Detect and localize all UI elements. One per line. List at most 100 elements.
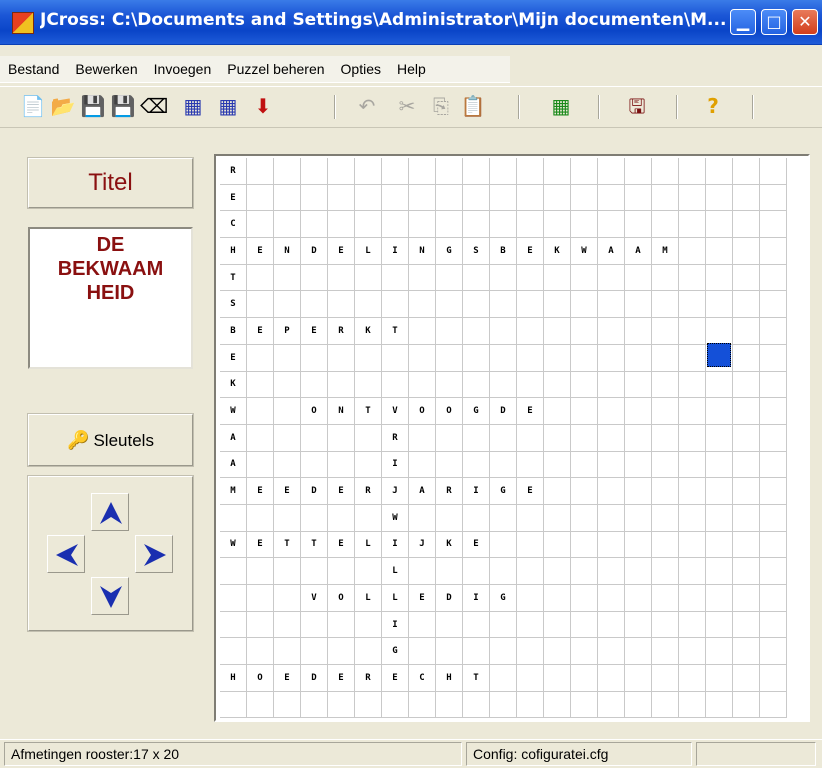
- grid-cell[interactable]: [544, 665, 571, 692]
- grid-cell[interactable]: [463, 291, 490, 319]
- grid-cell[interactable]: [598, 344, 625, 372]
- grid-cell[interactable]: G: [382, 638, 409, 666]
- grid-cell[interactable]: [247, 211, 274, 239]
- grid-cell[interactable]: [733, 238, 760, 265]
- grid-cell[interactable]: [679, 371, 706, 399]
- grid-cell[interactable]: [598, 691, 625, 719]
- grid-cell[interactable]: [490, 291, 517, 319]
- grid-cell[interactable]: [328, 264, 355, 292]
- grid-cell[interactable]: [463, 158, 490, 185]
- grid-cell[interactable]: [625, 665, 652, 692]
- grid-cell[interactable]: [544, 264, 571, 292]
- grid-cell[interactable]: [598, 318, 625, 345]
- grid-cell[interactable]: [760, 691, 787, 719]
- grid-cell[interactable]: [220, 638, 247, 666]
- grid-cell[interactable]: [652, 585, 679, 612]
- grid-cell[interactable]: [328, 611, 355, 639]
- grid-cell[interactable]: [652, 691, 679, 719]
- grid-cell[interactable]: D: [436, 585, 463, 612]
- grid-cell[interactable]: W: [220, 398, 247, 425]
- grid-cell[interactable]: [679, 665, 706, 692]
- grid-cell[interactable]: [733, 504, 760, 532]
- grid-cell[interactable]: [436, 211, 463, 239]
- grid-cell[interactable]: [220, 504, 247, 532]
- grid-cell[interactable]: [760, 371, 787, 399]
- grid-cell[interactable]: [247, 158, 274, 185]
- grid-cell[interactable]: [652, 184, 679, 212]
- grid-cell[interactable]: [652, 478, 679, 505]
- grid-cell[interactable]: [355, 504, 382, 532]
- grid-cell[interactable]: [436, 264, 463, 292]
- grid-cell[interactable]: [625, 398, 652, 425]
- grid-cell[interactable]: [274, 264, 301, 292]
- menu-bestand[interactable]: Bestand: [0, 56, 67, 82]
- grid-cell[interactable]: [706, 691, 733, 719]
- grid-cell[interactable]: [679, 398, 706, 425]
- grid-cell[interactable]: [463, 184, 490, 212]
- grid-cell[interactable]: [409, 318, 436, 345]
- grid-cell[interactable]: [328, 158, 355, 185]
- grid-cell[interactable]: [544, 291, 571, 319]
- grid-cell[interactable]: B: [220, 318, 247, 345]
- grid-cell[interactable]: [598, 585, 625, 612]
- grid-cell[interactable]: [355, 638, 382, 666]
- grid-cell[interactable]: [544, 478, 571, 505]
- grid-cell[interactable]: I: [463, 478, 490, 505]
- grid-cell[interactable]: T: [463, 665, 490, 692]
- grid-cell[interactable]: [301, 558, 328, 585]
- grid-cell[interactable]: [247, 344, 274, 372]
- grid-cell[interactable]: [625, 451, 652, 479]
- grid-cell[interactable]: [598, 558, 625, 585]
- grid-cell[interactable]: [436, 638, 463, 666]
- menu-invoegen[interactable]: Invoegen: [146, 56, 220, 82]
- grid-cell[interactable]: [571, 291, 598, 319]
- grid-cell[interactable]: [301, 264, 328, 292]
- grid-cell[interactable]: [301, 691, 328, 719]
- grid-cell[interactable]: [355, 291, 382, 319]
- grid-cell[interactable]: [706, 531, 733, 559]
- grid-cell[interactable]: [571, 638, 598, 666]
- grid-cell[interactable]: N: [409, 238, 436, 265]
- grid-cell[interactable]: [544, 504, 571, 532]
- grid-cell[interactable]: [463, 558, 490, 585]
- grid-cell[interactable]: [652, 638, 679, 666]
- grid-cell[interactable]: [760, 665, 787, 692]
- grid-cell[interactable]: [436, 611, 463, 639]
- grid-cell[interactable]: [571, 558, 598, 585]
- grid-cell[interactable]: [652, 398, 679, 425]
- grid-cell[interactable]: [463, 264, 490, 292]
- grid-cell[interactable]: [517, 531, 544, 559]
- grid-cell[interactable]: [409, 638, 436, 666]
- grid-cell[interactable]: L: [355, 531, 382, 559]
- grid-cell[interactable]: [490, 665, 517, 692]
- grid-cell[interactable]: [328, 451, 355, 479]
- grid-cell[interactable]: [679, 585, 706, 612]
- grid-cell[interactable]: [598, 264, 625, 292]
- grid-cell[interactable]: [544, 398, 571, 425]
- grid-cell[interactable]: M: [220, 478, 247, 505]
- grid-cell[interactable]: [355, 451, 382, 479]
- grid-cell[interactable]: [463, 344, 490, 372]
- grid-cell[interactable]: [247, 585, 274, 612]
- grid-cell[interactable]: [247, 424, 274, 452]
- grid-cell[interactable]: [544, 691, 571, 719]
- grid-cell[interactable]: [247, 264, 274, 292]
- grid-cell[interactable]: [706, 424, 733, 452]
- grid-cell[interactable]: [598, 291, 625, 319]
- grid-cell[interactable]: [409, 611, 436, 639]
- grid-cell[interactable]: A: [598, 238, 625, 265]
- grid-cell[interactable]: [733, 344, 760, 372]
- grid-cell[interactable]: [247, 291, 274, 319]
- grid-cell[interactable]: E: [274, 665, 301, 692]
- grid-cell[interactable]: E: [328, 238, 355, 265]
- grid-cell[interactable]: [355, 211, 382, 239]
- grid-cell[interactable]: [706, 478, 733, 505]
- grid-cell[interactable]: N: [274, 238, 301, 265]
- grid-cell[interactable]: [220, 611, 247, 639]
- grid-cell[interactable]: [409, 451, 436, 479]
- grid-cell[interactable]: [679, 238, 706, 265]
- grid-cell[interactable]: [706, 665, 733, 692]
- grid-cell[interactable]: [706, 638, 733, 666]
- grid-cell[interactable]: [706, 184, 733, 212]
- grid-cell[interactable]: [652, 344, 679, 372]
